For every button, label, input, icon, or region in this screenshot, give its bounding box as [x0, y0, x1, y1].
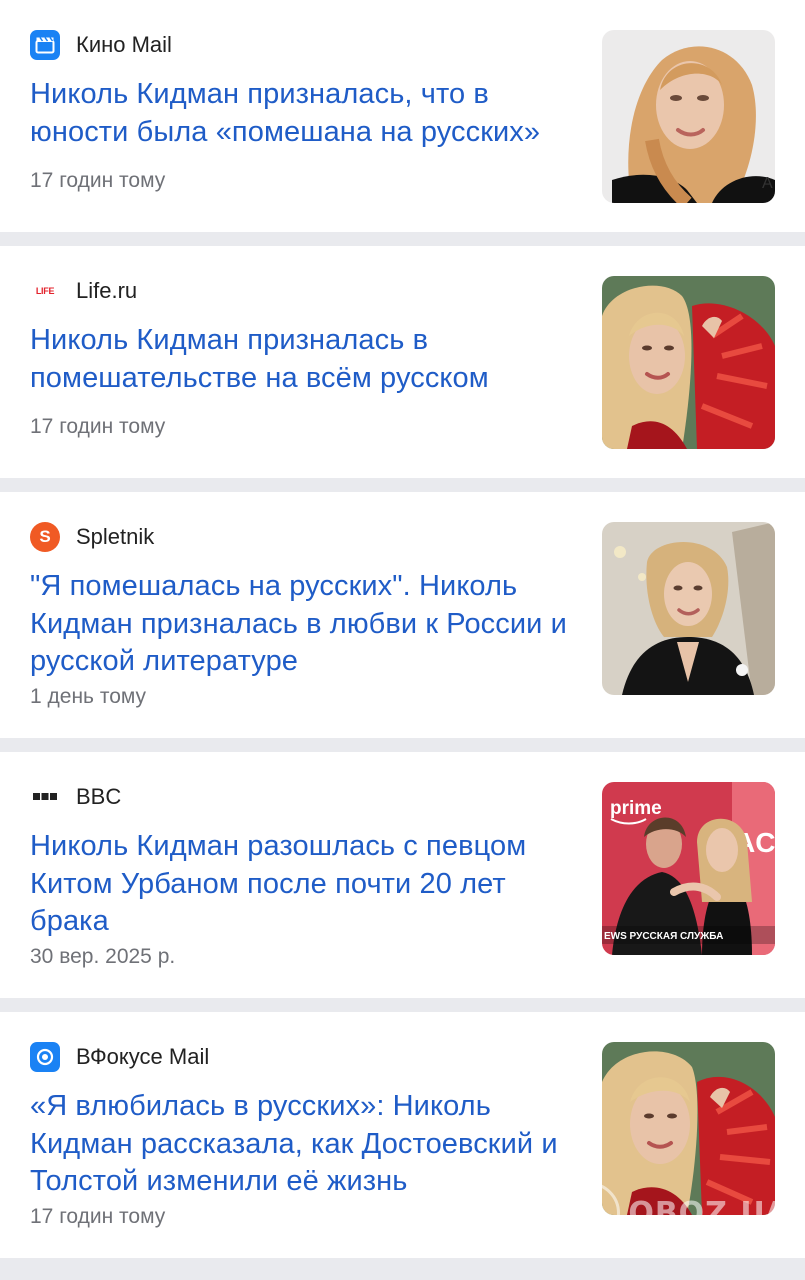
article-thumbnail[interactable]: A — [602, 30, 775, 203]
article-headline[interactable]: Николь Кидман призналась, что в юности б… — [30, 76, 575, 151]
svg-text:A: A — [762, 175, 773, 192]
news-card[interactable]: S Spletnik "Я помешалась на русских". Ни… — [0, 492, 805, 738]
article-thumbnail[interactable] — [602, 522, 775, 695]
news-card[interactable]: BBC Николь Кидман разошлась с певцом Кит… — [0, 752, 805, 998]
source-name: Spletnik — [76, 524, 155, 549]
bbc-logo-icon — [30, 782, 60, 812]
source-name: ВФокусе Mail — [76, 1044, 210, 1069]
article-headline[interactable]: "Я помешалась на русских". Николь Кидман… — [30, 568, 575, 681]
watermark: OBOZ.UA — [558, 1182, 789, 1244]
source-name: Кино Mail — [76, 32, 172, 57]
vfokuse-lens-icon — [30, 1042, 60, 1072]
article-headline[interactable]: «Я влюбилась в русских»: Николь Кидман р… — [30, 1088, 575, 1201]
source-name: Life.ru — [76, 278, 138, 303]
article-thumbnail[interactable] — [602, 276, 775, 449]
life-logo-text: LIFE — [35, 286, 55, 296]
article-thumbnail[interactable]: prime ACA EWS РУССКАЯ СЛУЖБА — [602, 782, 775, 955]
news-card[interactable]: ВФокусе Mail «Я влюбилась в русских»: Ни… — [0, 1012, 805, 1258]
news-card[interactable]: Кино Mail Николь Кидман призналась, что … — [0, 0, 805, 232]
spletnik-logo-text: S — [39, 527, 51, 546]
thumb-brand-label: prime — [610, 798, 662, 819]
life-logo-icon: LIFE — [30, 276, 60, 306]
source-name: BBC — [76, 784, 122, 809]
thumb-caption-label: EWS РУССКАЯ СЛУЖБА — [604, 931, 723, 942]
article-headline[interactable]: Николь Кидман разошлась с певцом Китом У… — [30, 828, 575, 941]
clapperboard-icon — [30, 30, 60, 60]
article-headline[interactable]: Николь Кидман призналась в помешательств… — [30, 322, 575, 397]
watermark-text: OBOZ.UA — [628, 1195, 789, 1231]
spletnik-logo-icon: S — [30, 522, 60, 552]
news-card[interactable]: LIFE Life.ru Николь Кидман призналась в … — [0, 246, 805, 478]
watermark-logo-icon — [558, 1182, 621, 1244]
news-feed: Кино Mail Николь Кидман призналась, что … — [0, 0, 805, 1258]
